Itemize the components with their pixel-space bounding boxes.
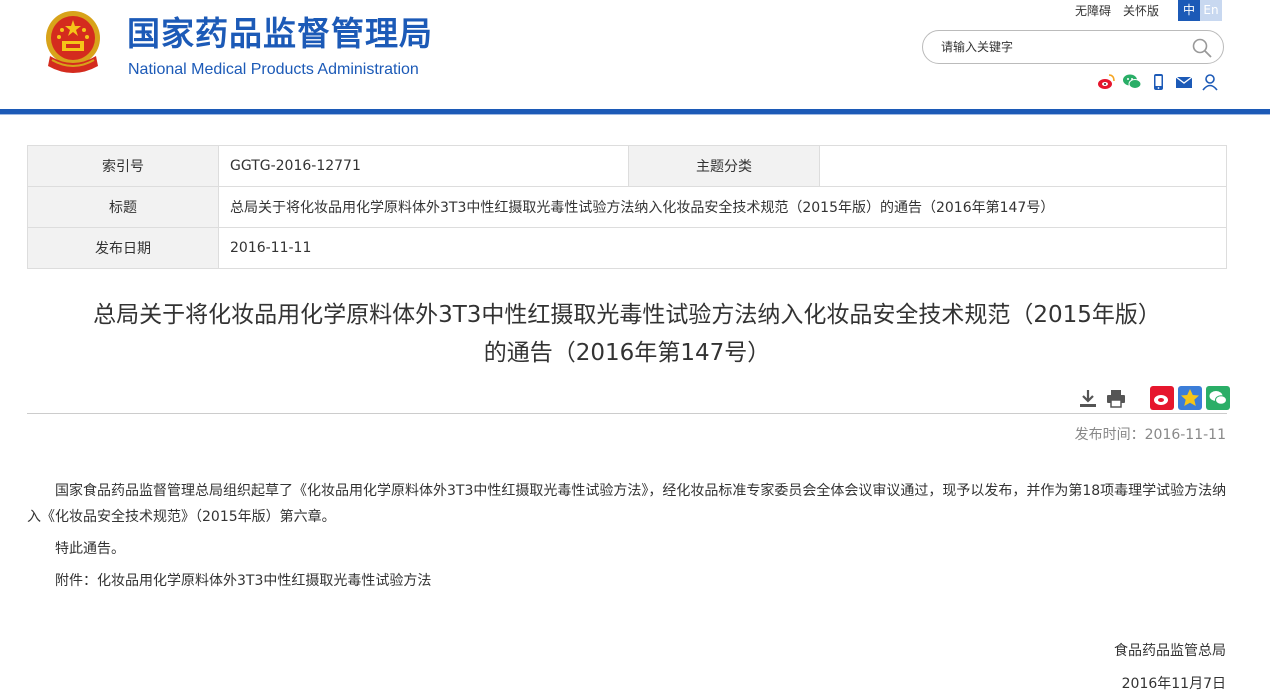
title-label: 标题 [27,186,219,228]
index-label: 索引号 [27,145,219,187]
elder-mode-link[interactable]: 关怀版 [1123,4,1159,18]
table-row: 发布日期 2016-11-11 [27,227,1227,269]
paragraph: 特此通告。 [55,541,125,557]
page-title: 总局关于将化妆品用化学原料体外3T3中性红摄取光毒性试验方法纳入化妆品安全技术规… [27,296,1227,372]
search-icon[interactable] [1191,37,1213,59]
lang-zh-button[interactable]: 中 [1178,0,1200,21]
wechat-icon[interactable] [1122,72,1142,92]
title-value: 总局关于将化妆品用化学原料体外3T3中性红摄取光毒性试验方法纳入化妆品安全技术规… [218,186,1227,228]
table-row: 标题 总局关于将化妆品用化学原料体外3T3中性红摄取光毒性试验方法纳入化妆品安全… [27,186,1227,228]
header-divider-line [0,114,1270,115]
org-name-cn: 国家药品监督管理局 [127,14,433,53]
publish-time: 发布时间：2016-11-11 [1074,427,1226,443]
share-wechat-icon[interactable] [1206,386,1230,410]
signature: 食品药品监管总局 [1114,643,1226,659]
share-weibo-icon[interactable] [1150,386,1174,410]
title-divider [27,413,1227,414]
lang-en-button[interactable]: En [1200,0,1222,21]
date-label: 发布日期 [27,227,219,269]
sign-date: 2016年11月7日 [1121,676,1226,692]
table-row: 索引号 GGTG-2016-12771 主题分类 [27,145,1227,187]
category-label: 主题分类 [628,145,820,187]
user-icon[interactable] [1200,72,1220,92]
share-qzone-icon[interactable] [1178,386,1202,410]
site-header: 国家药品监督管理局 National Medical Products Admi… [0,0,1270,110]
title-line-2: 的通告（2016年第147号） [483,340,771,366]
top-links: 无障碍 关怀版 [1075,2,1171,20]
national-emblem-logo [46,11,100,73]
mail-icon[interactable] [1174,72,1194,92]
document-info-table: 索引号 GGTG-2016-12771 主题分类 标题 总局关于将化妆品用化学原… [27,145,1227,269]
language-switch: 中 En [1178,0,1222,21]
article-body: 国家食品药品监督管理总局组织起草了《化妆品用化学原料体外3T3中性红摄取光毒性试… [27,478,1227,600]
search-input[interactable] [941,37,1181,57]
mobile-icon[interactable] [1148,72,1168,92]
category-value [819,145,1227,187]
search-box [922,30,1224,64]
index-value: GGTG-2016-12771 [218,145,629,187]
attachment-paragraph: 附件：化妆品用化学原料体外3T3中性红摄取光毒性试验方法 [55,573,432,589]
paragraph: 国家食品药品监督管理总局组织起草了《化妆品用化学原料体外3T3中性红摄取光毒性试… [27,483,1227,525]
accessibility-link[interactable]: 无障碍 [1075,4,1111,18]
org-name-en: National Medical Products Administration [128,61,419,78]
article-toolbar [1076,386,1230,410]
download-icon[interactable] [1076,386,1100,410]
weibo-icon[interactable] [1096,72,1116,92]
print-icon[interactable] [1104,386,1128,410]
title-line-1: 总局关于将化妆品用化学原料体外3T3中性红摄取光毒性试验方法纳入化妆品安全技术规… [93,302,1161,328]
date-value: 2016-11-11 [218,227,1227,269]
social-icons [1096,72,1220,92]
